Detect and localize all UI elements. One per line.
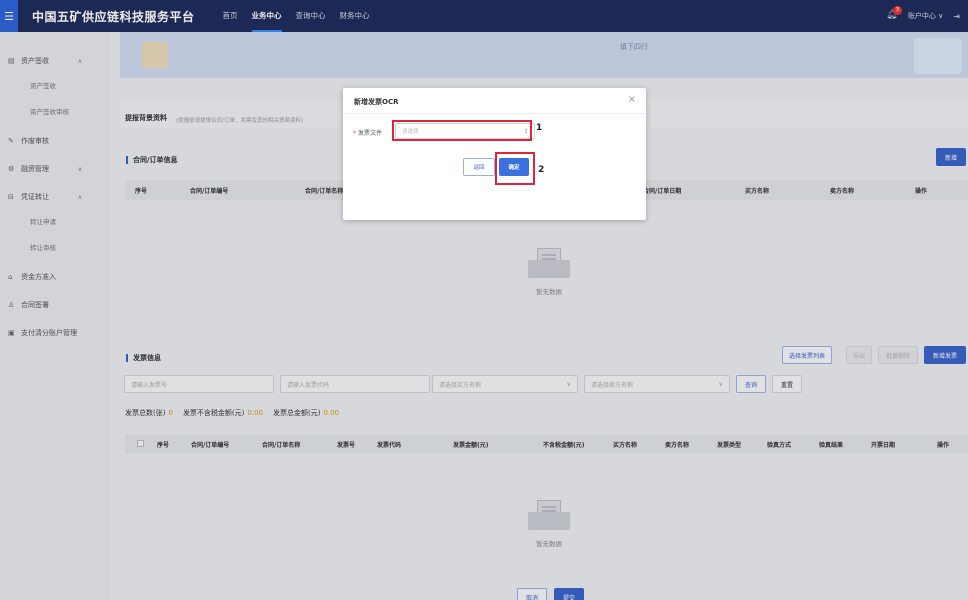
- dialog-title: 新增发票OCR: [354, 98, 399, 106]
- annotation-box-1: [392, 120, 532, 141]
- close-icon[interactable]: ×: [628, 94, 636, 105]
- required-mark: *: [353, 130, 356, 137]
- annotation-number-1: 1: [536, 123, 543, 133]
- dialog-divider: [343, 113, 646, 114]
- annotation-number-2: 2: [538, 165, 545, 175]
- invoice-file-label: * 发票文件: [353, 130, 383, 137]
- return-button[interactable]: 返回: [463, 158, 495, 176]
- annotation-box-2: [495, 152, 535, 185]
